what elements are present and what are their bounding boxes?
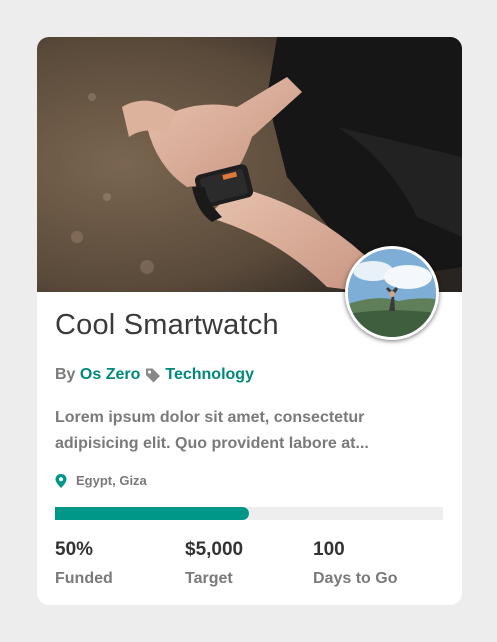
- stat-funded: 50% Funded: [55, 539, 113, 588]
- stat-value: $5,000: [185, 539, 244, 560]
- funding-progress-fill: [55, 507, 249, 520]
- category-link[interactable]: Technology: [165, 366, 254, 384]
- by-prefix: By: [55, 366, 76, 383]
- stat-label: Days to Go: [313, 570, 398, 587]
- stat-days-to-go: 100 Days to Go: [313, 539, 397, 588]
- stat-label: Target: [185, 570, 233, 587]
- stat-label: Funded: [55, 570, 113, 587]
- campaign-title[interactable]: Cool Smartwatch: [55, 309, 279, 342]
- tag-icon: [146, 368, 161, 383]
- location-text: Egypt, Giza: [76, 473, 147, 488]
- campaign-card[interactable]: Cool Smartwatch By Os Zero Technology Lo…: [37, 37, 462, 605]
- map-pin-icon: [55, 473, 67, 488]
- stat-value: 100: [313, 539, 345, 560]
- creator-avatar[interactable]: [345, 246, 439, 340]
- location: Egypt, Giza: [55, 473, 147, 488]
- campaign-description: Lorem ipsum dolor sit amet, consectetur …: [55, 409, 369, 452]
- author-link[interactable]: Os Zero: [80, 366, 140, 384]
- stat-value: 50%: [55, 539, 94, 560]
- stat-target: $5,000 Target: [185, 539, 243, 588]
- byline: By Os Zero Technology: [55, 366, 254, 384]
- funding-progress-bar: [55, 507, 443, 520]
